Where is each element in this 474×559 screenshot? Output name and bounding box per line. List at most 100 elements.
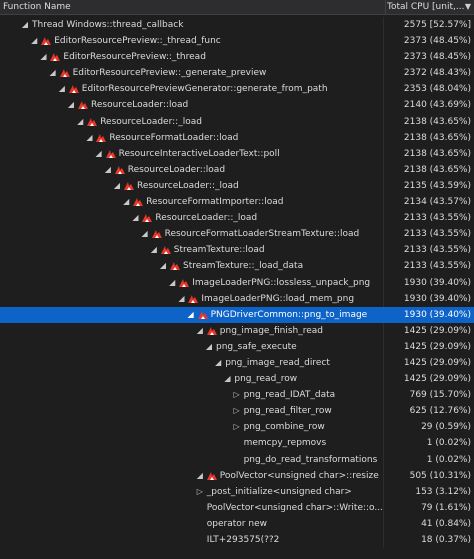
total-cpu-cell: 2133 (43.55%) bbox=[403, 213, 471, 224]
hot-path-flame-icon bbox=[124, 181, 134, 190]
column-header-function-name[interactable]: Function Name bbox=[0, 0, 386, 14]
table-row[interactable]: ▷ png_read_filter_row 625 (12.76%) bbox=[0, 403, 474, 420]
expanded-arrow-icon[interactable]: ◢ bbox=[84, 130, 94, 146]
table-row[interactable]: ◢ ResourceFormatLoader::load 2138 (43.65%) bbox=[0, 129, 474, 146]
table-row[interactable]: ◢ EditorResourcePreview::_generate_previe… bbox=[0, 65, 474, 82]
table-row[interactable]: ▷ png_read_IDAT_data 769 (15.70%) bbox=[0, 387, 474, 404]
collapsed-arrow-icon[interactable]: ▷ bbox=[232, 403, 242, 419]
expanded-arrow-icon[interactable]: ◢ bbox=[38, 49, 48, 65]
table-row[interactable]: ◢ png_safe_execute 1425 (29.09%) bbox=[0, 338, 474, 355]
table-row[interactable]: ◢ ResourceInteractiveLoaderText::poll 2138… bbox=[0, 145, 474, 162]
function-name-cell: EditorResourcePreview::_thread_func bbox=[54, 36, 221, 47]
expanded-arrow-icon[interactable]: ◢ bbox=[186, 307, 196, 323]
expanded-arrow-icon[interactable]: ◢ bbox=[112, 178, 122, 194]
expanded-arrow-icon[interactable]: ◢ bbox=[195, 468, 205, 484]
total-cpu-cell: 41 (0.84%) bbox=[421, 518, 471, 529]
total-cpu-cell: 769 (15.70%) bbox=[409, 390, 471, 401]
expanded-arrow-icon[interactable]: ◢ bbox=[204, 339, 214, 355]
hot-path-flame-icon bbox=[87, 117, 98, 126]
table-row[interactable]: ◢ EditorResourcePreview::_thread 2373 (48.… bbox=[0, 49, 474, 66]
total-cpu-cell: 2373 (48.45%) bbox=[403, 52, 471, 63]
expanded-arrow-icon[interactable]: ◢ bbox=[75, 114, 85, 130]
expanded-arrow-icon[interactable]: ◢ bbox=[57, 81, 67, 97]
expanded-arrow-icon[interactable]: ◢ bbox=[94, 146, 104, 162]
column-header-total-cpu[interactable]: Total CPU [unit,... bbox=[384, 0, 465, 14]
column-divider bbox=[383, 338, 384, 355]
table-row[interactable]: ILT+293575(??2 18 (0.37%) bbox=[0, 532, 474, 549]
table-row[interactable]: ▷ png_combine_row 29 (0.59%) bbox=[0, 419, 474, 436]
table-row[interactable]: ◢ PoolVector<unsigned char>::resize 505 (1… bbox=[0, 467, 474, 484]
expanded-arrow-icon[interactable]: ◢ bbox=[20, 17, 30, 33]
table-row[interactable]: png_do_read_transformations 1 (0.02%) bbox=[0, 451, 474, 468]
total-cpu-cell: 2133 (43.55%) bbox=[403, 261, 471, 272]
table-row[interactable]: ◢ ResourceFormatImporter::load 2134 (43.57… bbox=[0, 194, 474, 211]
collapsed-arrow-icon[interactable]: ▷ bbox=[195, 484, 205, 500]
expanded-arrow-icon[interactable]: ◢ bbox=[167, 275, 177, 291]
table-row[interactable]: ◢ PNGDriverCommon::png_to_image 1930 (39.4… bbox=[0, 306, 474, 323]
function-name-cell: PNGDriverCommon::png_to_image bbox=[210, 309, 368, 320]
chevron-down-icon[interactable]: ▼ bbox=[465, 0, 471, 14]
expanded-arrow-icon[interactable]: ◢ bbox=[66, 97, 76, 113]
table-row[interactable]: PoolVector<unsigned char>::Write::o... 79… bbox=[0, 499, 474, 516]
table-row[interactable]: ◢ ImageLoaderPNG::load_mem_png 1930 (39.40… bbox=[0, 290, 474, 307]
table-row[interactable]: ▷ _post_initialize<unsigned char> 153 (3.1… bbox=[0, 483, 474, 500]
table-row[interactable]: ◢ png_read_row 1425 (29.09%) bbox=[0, 371, 474, 388]
hot-path-flame-icon bbox=[96, 133, 107, 142]
total-cpu-cell: 2353 (48.04%) bbox=[403, 84, 471, 95]
collapsed-arrow-icon[interactable]: ▷ bbox=[232, 419, 242, 435]
table-row[interactable]: ◢ ResourceLoader::_load 2138 (43.65%) bbox=[0, 113, 474, 130]
expanded-arrow-icon[interactable]: ◢ bbox=[140, 226, 150, 242]
function-name-cell: PoolVector<unsigned char>::resize bbox=[219, 470, 379, 481]
expanded-arrow-icon[interactable]: ◢ bbox=[48, 65, 58, 81]
function-name-cell: ResourceFormatLoaderStreamTexture::load bbox=[164, 229, 360, 240]
function-name-cell: ResourceFormatLoader::load bbox=[109, 132, 239, 143]
expanded-arrow-icon[interactable]: ◢ bbox=[121, 194, 131, 210]
table-row[interactable]: ◢ ResourceLoader::_load 2135 (43.59%) bbox=[0, 177, 474, 195]
function-name-cell: PoolVector<unsigned char>::Write::o... bbox=[206, 502, 383, 513]
hot-path-flame-icon bbox=[105, 149, 116, 158]
table-row[interactable]: ◢ ResourceLoader::load 2140 (43.69%) bbox=[0, 97, 474, 114]
expanded-arrow-icon[interactable]: ◢ bbox=[213, 355, 223, 371]
hot-path-flame-icon bbox=[206, 471, 217, 480]
column-header-row: Function Name Total CPU [unit,... ▼ bbox=[0, 0, 474, 15]
column-divider bbox=[383, 129, 384, 146]
expanded-arrow-icon[interactable]: ◢ bbox=[158, 258, 168, 274]
total-cpu-cell: 2134 (43.57%) bbox=[403, 197, 471, 208]
expanded-arrow-icon[interactable]: ◢ bbox=[29, 33, 39, 49]
total-cpu-cell: 1425 (29.09%) bbox=[403, 341, 471, 352]
table-row[interactable]: operator new 41 (0.84%) bbox=[0, 515, 474, 532]
total-cpu-cell: 18 (0.37%) bbox=[421, 535, 471, 545]
table-row[interactable]: ◢ StreamTexture::load 2133 (43.55%) bbox=[0, 242, 474, 259]
table-row[interactable]: ◢ ResourceFormatLoaderStreamTexture::load… bbox=[0, 226, 474, 243]
function-name-cell: png_safe_execute bbox=[216, 341, 297, 352]
expanded-arrow-icon[interactable]: ◢ bbox=[149, 242, 159, 258]
hot-path-flame-icon bbox=[78, 101, 88, 110]
collapsed-arrow-icon[interactable]: ▷ bbox=[232, 387, 242, 403]
total-cpu-cell: 79 (1.61%) bbox=[421, 502, 471, 513]
table-row[interactable]: ◢ StreamTexture::_load_data 2133 (43.55%) bbox=[0, 258, 474, 275]
function-name-cell: png_read_row bbox=[234, 374, 298, 385]
table-row[interactable]: ◢ png_image_read_direct 1425 (29.09%) bbox=[0, 354, 474, 372]
call-tree-grid: Function Name Total CPU [unit,... ▼ ◢ Thr… bbox=[0, 0, 474, 559]
total-cpu-cell: 1930 (39.40%) bbox=[403, 309, 471, 320]
expanded-arrow-icon[interactable]: ◢ bbox=[176, 291, 186, 307]
column-divider bbox=[383, 451, 384, 468]
expanded-arrow-icon[interactable]: ◢ bbox=[130, 210, 140, 226]
expanded-arrow-icon[interactable]: ◢ bbox=[222, 371, 232, 387]
table-row[interactable]: ◢ EditorResourcePreviewGenerator::generat… bbox=[0, 81, 474, 98]
table-row[interactable]: ◢ png_image_finish_read 1425 (29.09%) bbox=[0, 322, 474, 339]
table-row[interactable]: ◢ Thread Windows::thread_callback 2575 [52… bbox=[0, 17, 474, 34]
function-name-cell: EditorResourcePreview::_thread bbox=[63, 52, 206, 63]
table-row[interactable]: ◢ EditorResourcePreview::_thread_func 2373… bbox=[0, 33, 474, 50]
table-row[interactable]: ◢ ResourceLoader::load 2138 (43.65%) bbox=[0, 161, 474, 178]
table-row[interactable]: ◢ ResourceLoader::_load 2133 (43.55%) bbox=[0, 210, 474, 227]
expanded-arrow-icon[interactable]: ◢ bbox=[103, 162, 113, 178]
hot-path-flame-icon bbox=[142, 214, 153, 223]
table-row[interactable]: memcpy_repmovs 1 (0.02%) bbox=[0, 435, 474, 452]
total-cpu-cell: 2373 (48.45%) bbox=[403, 36, 471, 47]
function-name-cell: png_combine_row bbox=[243, 422, 325, 433]
function-name-cell: ResourceInteractiveLoaderText::poll bbox=[118, 148, 280, 159]
expanded-arrow-icon[interactable]: ◢ bbox=[195, 323, 205, 339]
table-row[interactable]: ◢ ImageLoaderPNG::lossless_unpack_png 1930… bbox=[0, 274, 474, 291]
function-name-cell: StreamTexture::load bbox=[173, 245, 265, 256]
